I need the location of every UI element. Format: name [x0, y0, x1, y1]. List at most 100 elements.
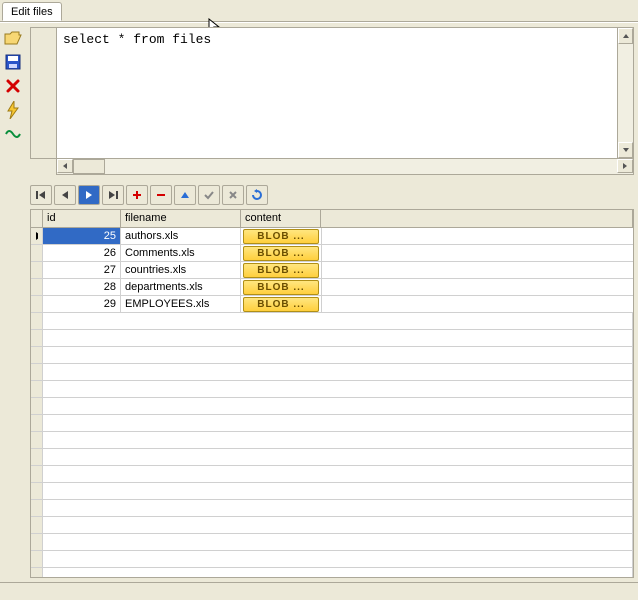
col-content[interactable]: content: [241, 210, 321, 227]
row-indicator: [31, 279, 43, 295]
script-icon: [4, 127, 22, 141]
hscroll-thumb[interactable]: [73, 159, 105, 174]
nav-post-button[interactable]: [198, 185, 220, 205]
nav-refresh-button[interactable]: [246, 185, 268, 205]
row-indicator: [31, 262, 43, 278]
delete-button[interactable]: [3, 77, 23, 95]
grid-body[interactable]: 25authors.xlsBLOB ...26Comments.xlsBLOB …: [31, 228, 633, 577]
scroll-left-icon[interactable]: [57, 159, 73, 173]
record-navigator: [30, 183, 634, 207]
table-row-empty: [31, 415, 633, 432]
cell-filename[interactable]: Comments.xls: [121, 245, 241, 261]
col-spacer: [321, 210, 633, 227]
next-icon: [84, 190, 94, 200]
last-icon: [107, 190, 119, 200]
table-row-empty: [31, 330, 633, 347]
open-button[interactable]: [3, 29, 23, 47]
tab-edit-files[interactable]: Edit files: [2, 2, 62, 21]
table-row-empty: [31, 500, 633, 517]
side-toolbar: [0, 23, 26, 582]
cell-content: BLOB ...: [241, 245, 322, 261]
table-row-empty: [31, 398, 633, 415]
cell-id[interactable]: 25: [43, 228, 121, 244]
table-row[interactable]: 26Comments.xlsBLOB ...: [31, 245, 633, 262]
table-row[interactable]: 25authors.xlsBLOB ...: [31, 228, 633, 245]
nav-remove-button[interactable]: [150, 185, 172, 205]
save-button[interactable]: [3, 53, 23, 71]
sql-editor[interactable]: select * from files: [56, 27, 618, 159]
folder-open-icon: [4, 30, 22, 46]
refresh-icon: [251, 189, 263, 201]
blob-button[interactable]: BLOB ...: [243, 246, 319, 261]
table-row-empty: [31, 432, 633, 449]
cell-content: BLOB ...: [241, 228, 322, 244]
plus-icon: [132, 190, 142, 200]
workarea: select * from files: [0, 22, 638, 582]
col-filename[interactable]: filename: [121, 210, 241, 227]
cell-id[interactable]: 26: [43, 245, 121, 261]
results-grid: id filename content 25authors.xlsBLOB ..…: [30, 209, 634, 578]
nav-next-button[interactable]: [78, 185, 100, 205]
cell-filename[interactable]: departments.xls: [121, 279, 241, 295]
table-row-empty: [31, 313, 633, 330]
nav-prev-button[interactable]: [54, 185, 76, 205]
nav-cancel-button[interactable]: [222, 185, 244, 205]
nav-first-button[interactable]: [30, 185, 52, 205]
cell-filename[interactable]: EMPLOYEES.xls: [121, 296, 241, 312]
table-row-empty: [31, 483, 633, 500]
grid-header: id filename content: [31, 210, 633, 228]
cell-filename[interactable]: authors.xls: [121, 228, 241, 244]
tab-strip: Edit files: [0, 0, 638, 22]
cell-id[interactable]: 27: [43, 262, 121, 278]
table-row[interactable]: 28departments.xlsBLOB ...: [31, 279, 633, 296]
cell-content: BLOB ...: [241, 279, 322, 295]
nav-edit-button[interactable]: [174, 185, 196, 205]
cell-content: BLOB ...: [241, 262, 322, 278]
blob-button[interactable]: BLOB ...: [243, 229, 319, 244]
cell-filename[interactable]: countries.xls: [121, 262, 241, 278]
table-row-empty: [31, 347, 633, 364]
table-row-empty: [31, 568, 633, 577]
script-button[interactable]: [3, 125, 23, 143]
editor-vscrollbar[interactable]: [618, 27, 634, 159]
table-row[interactable]: 29EMPLOYEES.xlsBLOB ...: [31, 296, 633, 313]
blob-button[interactable]: BLOB ...: [243, 280, 319, 295]
execute-button[interactable]: [3, 101, 23, 119]
check-icon: [204, 190, 214, 200]
cell-id[interactable]: 28: [43, 279, 121, 295]
sql-editor-wrap: select * from files: [30, 27, 634, 159]
row-indicator: [31, 228, 43, 244]
x-icon: [5, 78, 21, 94]
up-triangle-icon: [180, 190, 190, 200]
cell-id[interactable]: 29: [43, 296, 121, 312]
nav-add-button[interactable]: [126, 185, 148, 205]
blob-button[interactable]: BLOB ...: [243, 263, 319, 278]
floppy-icon: [5, 54, 21, 70]
scroll-right-icon[interactable]: [617, 159, 633, 173]
nav-last-button[interactable]: [102, 185, 124, 205]
scroll-down-icon[interactable]: [618, 142, 633, 158]
main-panel: select * from files: [26, 23, 638, 582]
first-icon: [35, 190, 47, 200]
table-row-empty: [31, 466, 633, 483]
blob-button[interactable]: BLOB ...: [243, 297, 319, 312]
cancel-x-icon: [228, 190, 238, 200]
lightning-icon: [6, 101, 20, 119]
row-indicator: [31, 296, 43, 312]
editor-hscrollbar[interactable]: [56, 159, 634, 175]
table-row-empty: [31, 364, 633, 381]
editor-gutter: [30, 27, 56, 159]
table-row-empty: [31, 517, 633, 534]
hscroll-track[interactable]: [105, 159, 617, 174]
col-row-handle[interactable]: [31, 210, 43, 227]
status-bar: [0, 582, 638, 600]
cell-content: BLOB ...: [241, 296, 322, 312]
scroll-up-icon[interactable]: [618, 28, 633, 44]
table-row[interactable]: 27countries.xlsBLOB ...: [31, 262, 633, 279]
table-row-empty: [31, 449, 633, 466]
current-row-icon: [35, 231, 38, 241]
table-row-empty: [31, 381, 633, 398]
table-row-empty: [31, 534, 633, 551]
minus-icon: [156, 190, 166, 200]
col-id[interactable]: id: [43, 210, 121, 227]
